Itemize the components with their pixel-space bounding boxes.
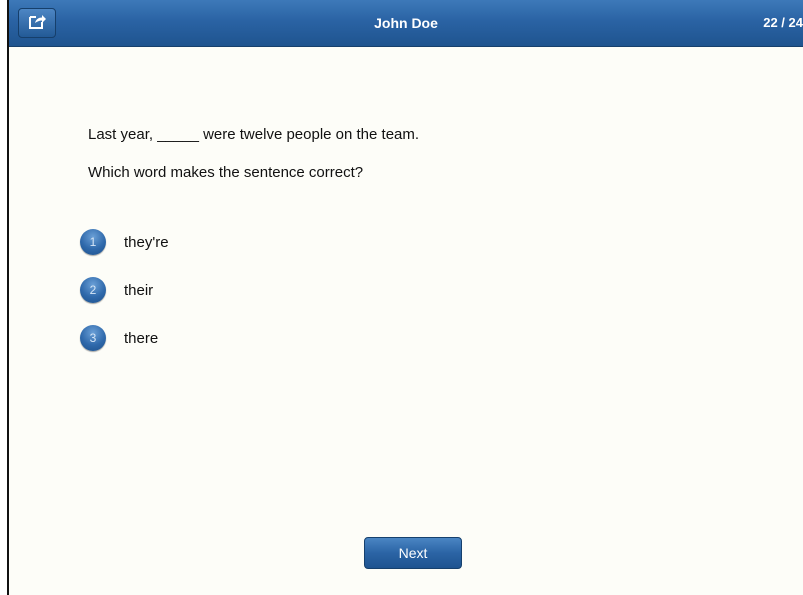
option-label: there (124, 329, 159, 347)
answer-options: 1 they're 2 their 3 there (80, 228, 169, 372)
answer-option-3[interactable]: 3 there (80, 324, 169, 352)
question-prompt: Which word makes the sentence correct? (88, 164, 364, 181)
option-number-badge: 3 (80, 325, 106, 351)
top-bar: John Doe 22 / 24 (9, 0, 803, 47)
option-number-badge: 2 (80, 277, 106, 303)
next-button[interactable]: Next (364, 537, 462, 569)
option-label: their (124, 281, 154, 299)
option-number-badge: 1 (80, 229, 106, 255)
option-label: they're (124, 233, 169, 251)
answer-option-1[interactable]: 1 they're (80, 228, 169, 256)
app-window: John Doe 22 / 24 Last year, _____ were t… (7, 0, 803, 595)
question-counter: 22 / 24 (763, 15, 803, 30)
answer-option-2[interactable]: 2 their (80, 276, 169, 304)
student-name: John Doe (374, 15, 438, 31)
question-sentence: Last year, _____ were twelve people on t… (88, 126, 420, 143)
